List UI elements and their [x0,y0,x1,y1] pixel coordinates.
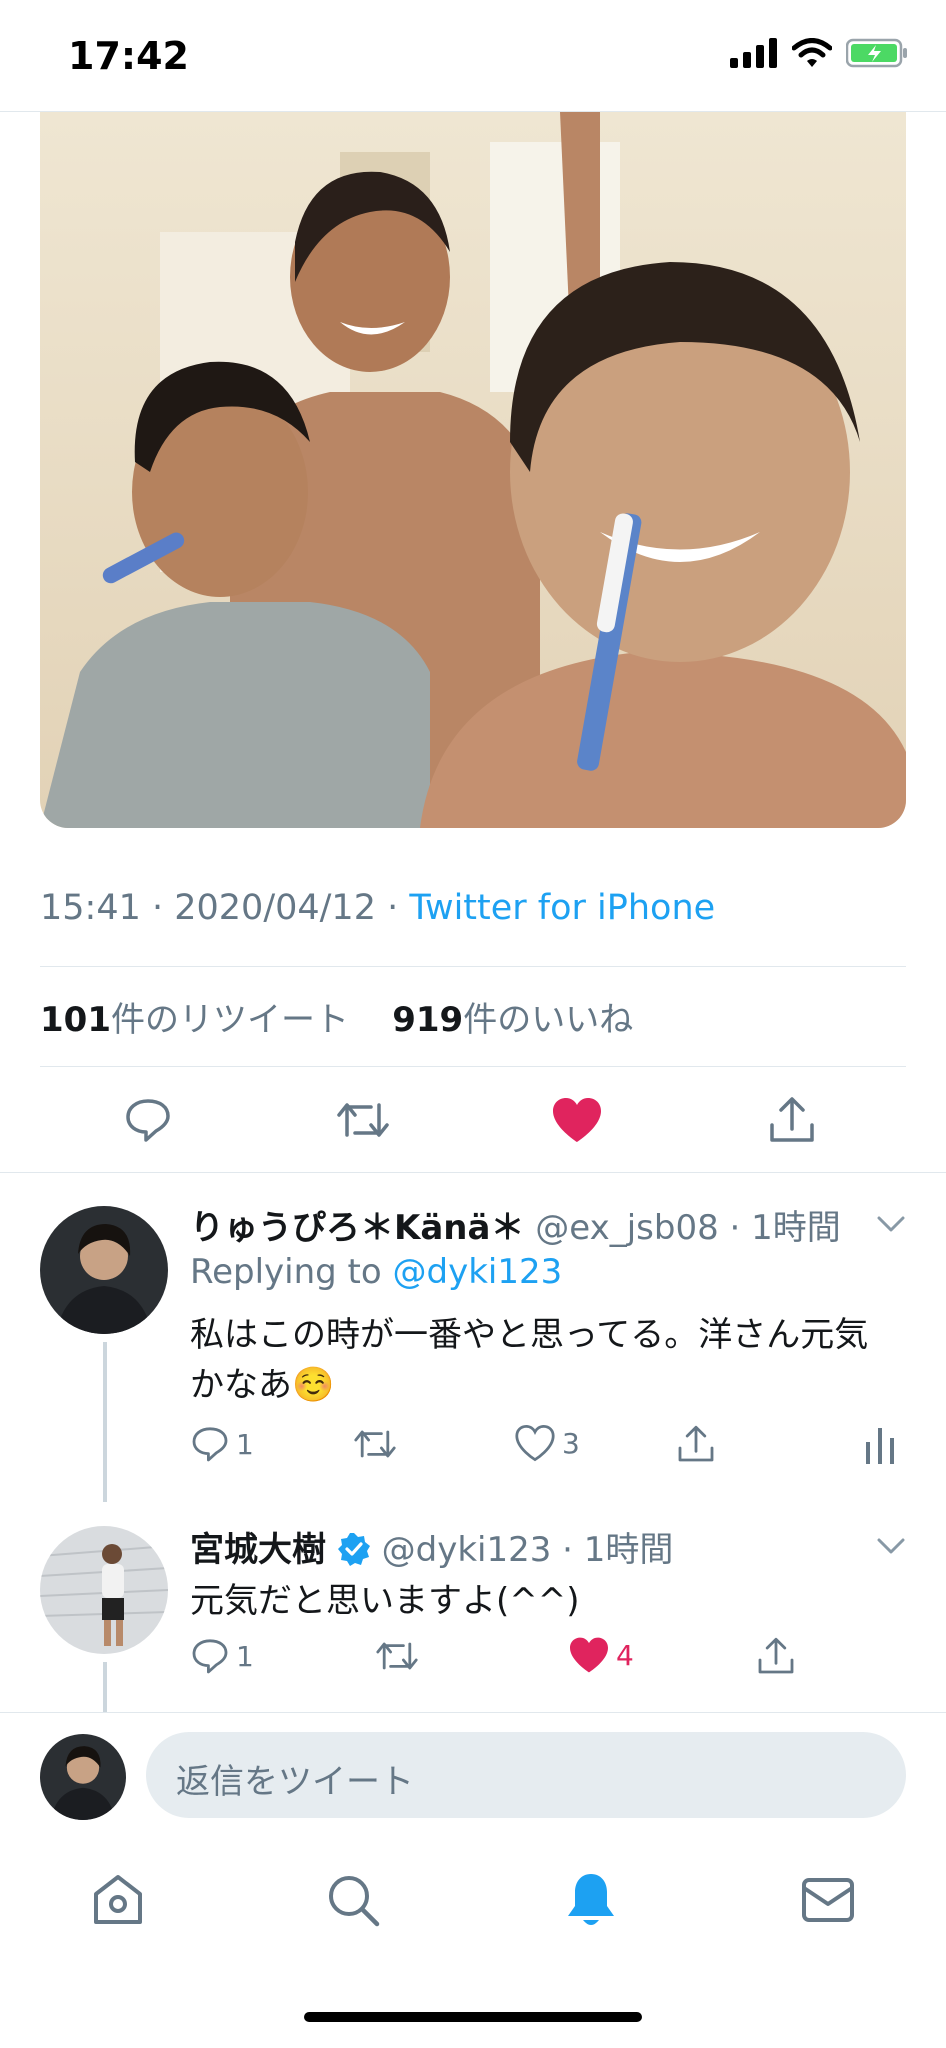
tweet-stats: 101件のリツイート 919件のいいね [40,992,633,1041]
tweet-meta: 15:41 · 2020/04/12 · Twitter for iPhone [40,888,715,928]
reply-text-line: かなあ [190,1365,292,1405]
reply-text: 私はこの時が一番やと思ってる。洋さん元気 かなあ☺️ [190,1310,910,1410]
share-icon [770,1097,814,1142]
thread-line [103,1662,107,1712]
status-icons [730,38,908,68]
reply-text: 元気だと思いますよ(^^) [190,1581,580,1621]
bell-icon [568,1874,614,1925]
like-label: 件のいいね [463,1000,634,1040]
meta-divider [40,966,906,967]
tweet-client-link[interactable]: Twitter for iPhone [409,888,715,928]
avatar[interactable] [40,1206,168,1334]
verified-badge-icon [337,1533,370,1566]
like-count: 4 [616,1638,634,1672]
tab-messages[interactable] [788,1860,868,1940]
reply-header: りゅうぴろ＊Känä＊ @ex_jsb08 · 1時間 [190,1200,841,1249]
search-icon [329,1876,380,1927]
replying-to: Replying to @dyki123 [190,1252,562,1292]
share-button[interactable] [756,1636,796,1676]
handle[interactable]: @ex_jsb08 [535,1208,718,1248]
tab-home[interactable] [78,1860,158,1940]
analytics-icon [866,1428,894,1464]
heart-filled-icon [553,1098,601,1142]
share-button[interactable] [752,1080,832,1160]
reply-tweet[interactable]: 宮城大樹 @dyki123 · 1時間 元気だと思いますよ(^^) 1 4 [0,1512,946,1712]
retweet-icon [354,1430,396,1458]
reply-icon [192,1427,228,1462]
chevron-down-icon[interactable] [876,1214,906,1234]
analytics-button[interactable] [862,1424,898,1464]
reply-actions: 1 4 [190,1636,910,1684]
stats-divider [40,1066,906,1067]
reply-time: · 1時間 [551,1530,674,1570]
replying-to-label: Replying to [190,1252,393,1292]
photo-image [40,112,906,828]
home-indicator [304,2012,642,2022]
retweet-button[interactable] [352,1424,398,1464]
chevron-down-icon[interactable] [876,1536,906,1556]
reply-actions: 1 3 [190,1424,910,1472]
home-icon [94,1875,142,1924]
like-button[interactable]: 4 [568,1636,634,1674]
tweet-photo[interactable] [40,112,906,828]
retweet-label: 件のリツイート [110,1000,349,1040]
share-icon [678,1425,714,1462]
like-count: 919 [392,1000,464,1040]
tab-notifications[interactable] [551,1860,631,1940]
share-icon [758,1637,794,1674]
reply-input[interactable]: 返信をツイート [146,1732,906,1818]
tweet-timestamp: 15:41 · 2020/04/12 · [40,888,410,928]
reply-button[interactable] [108,1080,188,1160]
tab-search[interactable] [313,1860,393,1940]
display-name[interactable]: 宮城大樹 [190,1530,326,1570]
reply-header: 宮城大樹 @dyki123 · 1時間 [190,1522,673,1571]
wifi-icon [792,38,832,67]
like-stat[interactable]: 919件のいいね [392,1000,633,1040]
reply-icon [192,1639,228,1674]
reply-count: 1 [236,1427,254,1461]
status-bar: 17:42 [0,0,946,112]
smile-emoji: ☺️ [292,1365,335,1405]
retweet-button[interactable] [323,1080,403,1160]
retweet-icon [376,1642,418,1670]
battery-icon [846,38,907,68]
reply-text-line: 私はこの時が一番やと思ってる。洋さん元気 [190,1315,869,1355]
replying-to-mention[interactable]: @dyki123 [393,1252,563,1292]
retweet-icon [337,1103,389,1137]
reply-tweet[interactable]: りゅうぴろ＊Känä＊ @ex_jsb08 · 1時間 Replying to … [0,1172,946,1512]
reply-button[interactable]: 1 [190,1636,254,1676]
reply-count: 1 [236,1639,254,1673]
retweet-stat[interactable]: 101件のリツイート [40,1000,349,1040]
signal-icon [730,38,777,68]
share-button[interactable] [676,1424,716,1464]
mail-icon [802,1878,854,1922]
bottom-tab-bar [0,1860,946,1950]
reply-input-placeholder: 返信をツイート [176,1762,414,1802]
handle[interactable]: @dyki123 [382,1530,552,1570]
avatar[interactable] [40,1526,168,1654]
thread-line [103,1342,107,1502]
retweet-count: 101 [40,1000,111,1040]
tweet-action-bar [0,1080,946,1160]
display-name[interactable]: りゅうぴろ＊Känä＊ [190,1208,524,1248]
status-time: 17:42 [68,34,189,78]
reply-icon [126,1099,170,1142]
retweet-button[interactable] [374,1636,420,1676]
heart-outline-icon [515,1424,555,1462]
reply-button[interactable]: 1 [190,1424,254,1464]
like-button[interactable]: 3 [514,1424,580,1462]
like-count: 3 [562,1426,580,1460]
my-avatar[interactable] [40,1734,126,1820]
like-button[interactable] [537,1080,617,1160]
heart-filled-icon [570,1637,608,1673]
reply-compose-bar: 返信をツイート [0,1712,946,1822]
reply-time: · 1時間 [718,1208,841,1248]
